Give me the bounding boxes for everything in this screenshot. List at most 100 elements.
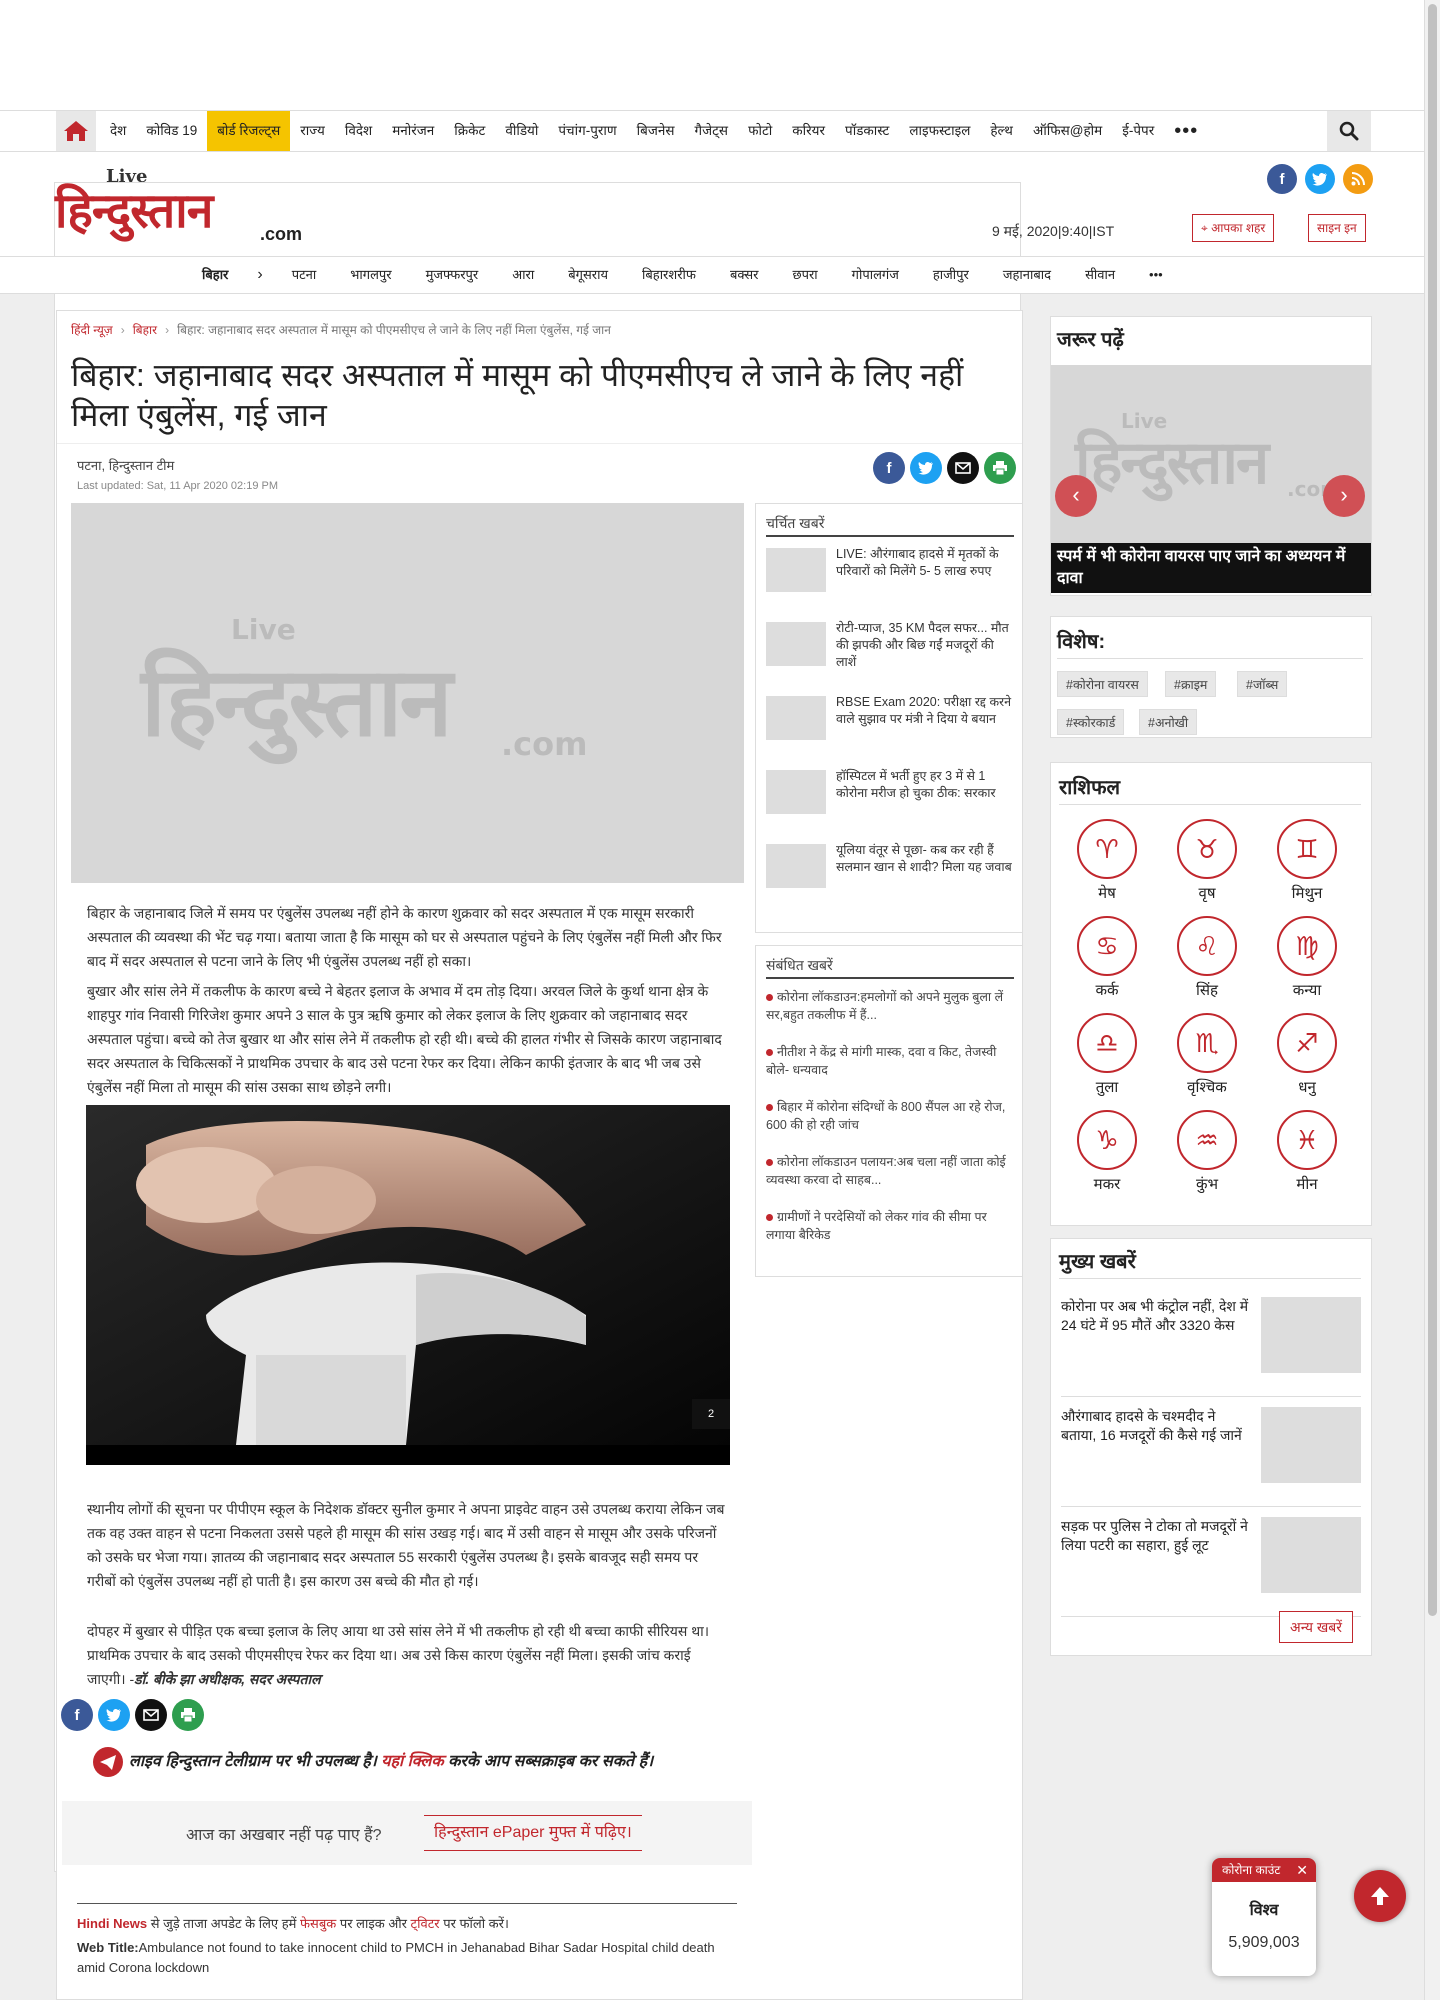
state-nav-city[interactable]: पटना	[275, 257, 334, 293]
share-email-icon[interactable]	[135, 1699, 167, 1731]
trending-item[interactable]: यूलिया वंतूर से पूछा- कब कर रही हैं सलमा…	[766, 842, 1016, 910]
top-nav-item[interactable]: क्रिकेट	[444, 111, 495, 151]
state-nav-city[interactable]: जहानाबाद	[986, 257, 1068, 293]
search-button[interactable]	[1327, 111, 1371, 151]
telegram-link[interactable]: यहां क्लिक	[381, 1753, 443, 1770]
twitter-link[interactable]: ट्विटर	[411, 1916, 440, 1931]
state-nav-city[interactable]: सीवान	[1068, 257, 1132, 293]
state-nav-city[interactable]: गोपालगंज	[835, 257, 916, 293]
trending-item-title[interactable]: यूलिया वंतूर से पूछा- कब कर रही हैं सलमा…	[836, 842, 1014, 876]
trending-item-title[interactable]: RBSE Exam 2020: परीक्षा रद्द करने वाले स…	[836, 694, 1014, 728]
facebook-icon[interactable]: f	[1267, 164, 1297, 194]
article-video[interactable]: 2	[86, 1105, 730, 1465]
breadcrumb-home[interactable]: हिंदी न्यूज़	[71, 323, 113, 337]
share-print-icon[interactable]	[172, 1699, 204, 1731]
top-nav-item[interactable]: ऑफिस@होम	[1023, 111, 1112, 151]
special-tag[interactable]: #जॉब्स	[1237, 671, 1288, 697]
trending-item-title[interactable]: रोटी-प्याज, 35 KM पैदल सफर... मौत की झपक…	[836, 620, 1014, 671]
state-nav-city[interactable]: हाजीपुर	[916, 257, 986, 293]
top-nav-item[interactable]: मनोरंजन	[382, 111, 444, 151]
breadcrumb-section[interactable]: बिहार	[133, 323, 157, 337]
more-menu-button[interactable]: •••	[1164, 111, 1208, 151]
rashi-7[interactable]: ♎ तुला	[1067, 1013, 1147, 1097]
top-nav-item[interactable]: गैजेट्स	[685, 111, 739, 151]
top-news-item[interactable]: औरंगाबाद हादसे के चश्मदीद ने बताया, 16 म…	[1061, 1407, 1361, 1507]
special-tag[interactable]: #कोरोना वायरस	[1057, 671, 1148, 697]
top-nav-item[interactable]: फोटो	[738, 111, 782, 151]
share-facebook-icon[interactable]: f	[61, 1699, 93, 1731]
top-news-title[interactable]: औरंगाबाद हादसे के चश्मदीद ने बताया, 16 म…	[1061, 1407, 1251, 1445]
more-news-button[interactable]: अन्य खबरें	[1279, 1611, 1354, 1643]
share-print-icon[interactable]	[984, 452, 1016, 484]
close-icon[interactable]: ✕	[1296, 1858, 1308, 1882]
related-item[interactable]: बिहार में कोरोना संदिग्धों के 800 सैंपल …	[766, 1098, 1016, 1134]
rashi-12[interactable]: ♓ मीन	[1267, 1110, 1347, 1194]
more-cities-button[interactable]: •••	[1132, 257, 1180, 293]
corona-count-widget[interactable]: कोरोना काउंट ✕ विश्व 5,909,003	[1212, 1858, 1316, 1976]
related-item[interactable]: कोरोना लॉकडाउन पलायन:अब चला नहीं जाता को…	[766, 1153, 1016, 1189]
top-nav-item[interactable]: पॉडकास्ट	[835, 111, 899, 151]
twitter-icon[interactable]	[1305, 164, 1335, 194]
related-item-title[interactable]: कोरोना लॉकडाउन:हमलोगों को अपने मुलुक बुल…	[766, 990, 1003, 1022]
rashi-10[interactable]: ♑ मकर	[1067, 1110, 1147, 1194]
trending-item[interactable]: हॉस्पिटल में भर्ती हुए हर 3 में से 1 कोर…	[766, 768, 1016, 836]
home-button[interactable]	[56, 111, 96, 151]
state-nav-city[interactable]: बेगूसराय	[551, 257, 625, 293]
state-nav-city[interactable]: छपरा	[775, 257, 834, 293]
special-tag[interactable]: #क्राइम	[1165, 671, 1217, 697]
related-item[interactable]: कोरोना लॉकडाउन:हमलोगों को अपने मुलुक बुल…	[766, 988, 1016, 1024]
related-item[interactable]: ग्रामीणों ने परदेसियों को लेकर गांव की स…	[766, 1208, 1016, 1244]
rashi-6[interactable]: ♍ कन्या	[1267, 916, 1347, 1000]
rashi-1[interactable]: ♈ मेष	[1067, 819, 1147, 903]
top-news-item[interactable]: सड़क पर पुलिस ने टोका तो मजदूरों ने लिया…	[1061, 1517, 1361, 1617]
related-item-title[interactable]: नीतीश ने केंद्र से मांगी मास्क, दवा व कि…	[766, 1045, 996, 1077]
page-scrollbar[interactable]	[1424, 0, 1440, 2000]
scroll-to-top-button[interactable]	[1354, 1870, 1406, 1922]
top-nav-item[interactable]: पंचांग-पुराण	[548, 111, 626, 151]
share-facebook-icon[interactable]: f	[873, 452, 905, 484]
must-read-slide[interactable]: Live हिन्दुस्तान .com ‹ › स्पर्म में भी …	[1051, 365, 1371, 593]
top-nav-item[interactable]: लाइफस्टाइल	[899, 111, 980, 151]
site-logo[interactable]: Live हिन्दुस्तान .com	[54, 164, 1021, 1872]
rashi-3[interactable]: ♊ मिथुन	[1267, 819, 1347, 903]
slide-prev-button[interactable]: ‹	[1055, 475, 1097, 517]
state-nav-city[interactable]: आरा	[495, 257, 551, 293]
related-item-title[interactable]: कोरोना लॉकडाउन पलायन:अब चला नहीं जाता को…	[766, 1155, 1006, 1187]
special-tag[interactable]: #अनोखी	[1139, 709, 1198, 735]
your-city-button[interactable]: ⌖ आपका शहर	[1192, 214, 1275, 242]
trending-item-title[interactable]: हॉस्पिटल में भर्ती हुए हर 3 में से 1 कोर…	[836, 768, 1014, 802]
top-nav-item[interactable]: करियर	[782, 111, 835, 151]
rashi-4[interactable]: ♋ कर्क	[1067, 916, 1147, 1000]
state-nav-city[interactable]: बिहारशरीफ	[625, 257, 713, 293]
related-item-title[interactable]: ग्रामीणों ने परदेसियों को लेकर गांव की स…	[766, 1210, 987, 1242]
top-nav-item[interactable]: ई-पेपर	[1112, 111, 1164, 151]
top-nav-item[interactable]: बिजनेस	[627, 111, 685, 151]
top-nav-item[interactable]: वीडियो	[495, 111, 548, 151]
top-nav-item[interactable]: बोर्ड रिजल्ट्स	[207, 111, 291, 151]
top-news-title[interactable]: कोरोना पर अब भी कंट्रोल नहीं, देश में 24…	[1061, 1297, 1251, 1335]
scrollbar-thumb[interactable]	[1428, 4, 1437, 1616]
facebook-link[interactable]: फेसबुक	[300, 1916, 336, 1931]
related-item-title[interactable]: बिहार में कोरोना संदिग्धों के 800 सैंपल …	[766, 1100, 1005, 1132]
top-nav-item[interactable]: देश	[100, 111, 136, 151]
special-tag[interactable]: #स्कोरकार्ड	[1057, 709, 1125, 735]
trending-item-title[interactable]: LIVE: औरंगाबाद हादसे में मृतकों के परिवा…	[836, 546, 1014, 580]
slide-caption[interactable]: स्पर्म में भी कोरोना वायरस पाए जाने का अ…	[1051, 543, 1371, 593]
trending-item[interactable]: LIVE: औरंगाबाद हादसे में मृतकों के परिवा…	[766, 546, 1016, 614]
rashi-11[interactable]: ♒ कुंभ	[1167, 1110, 1247, 1194]
slide-next-button[interactable]: ›	[1323, 475, 1365, 517]
top-nav-item[interactable]: राज्य	[290, 111, 335, 151]
share-twitter-icon[interactable]	[910, 452, 942, 484]
state-nav-state[interactable]: बिहार	[185, 257, 245, 293]
trending-item[interactable]: RBSE Exam 2020: परीक्षा रद्द करने वाले स…	[766, 694, 1016, 762]
top-news-item[interactable]: कोरोना पर अब भी कंट्रोल नहीं, देश में 24…	[1061, 1297, 1361, 1397]
rashi-9[interactable]: ♐ धनु	[1267, 1013, 1347, 1097]
top-news-title[interactable]: सड़क पर पुलिस ने टोका तो मजदूरों ने लिया…	[1061, 1517, 1251, 1555]
epaper-button[interactable]: हिन्दुस्तान ePaper मुफ्त में पढ़िए।	[424, 1815, 642, 1851]
signin-button[interactable]: साइन इन	[1308, 214, 1366, 242]
state-nav-city[interactable]: बक्सर	[713, 257, 776, 293]
top-nav-item[interactable]: विदेश	[335, 111, 382, 151]
rss-icon[interactable]	[1343, 164, 1373, 194]
state-nav-city[interactable]: मुजफ्फरपुर	[409, 257, 496, 293]
share-twitter-icon[interactable]	[98, 1699, 130, 1731]
